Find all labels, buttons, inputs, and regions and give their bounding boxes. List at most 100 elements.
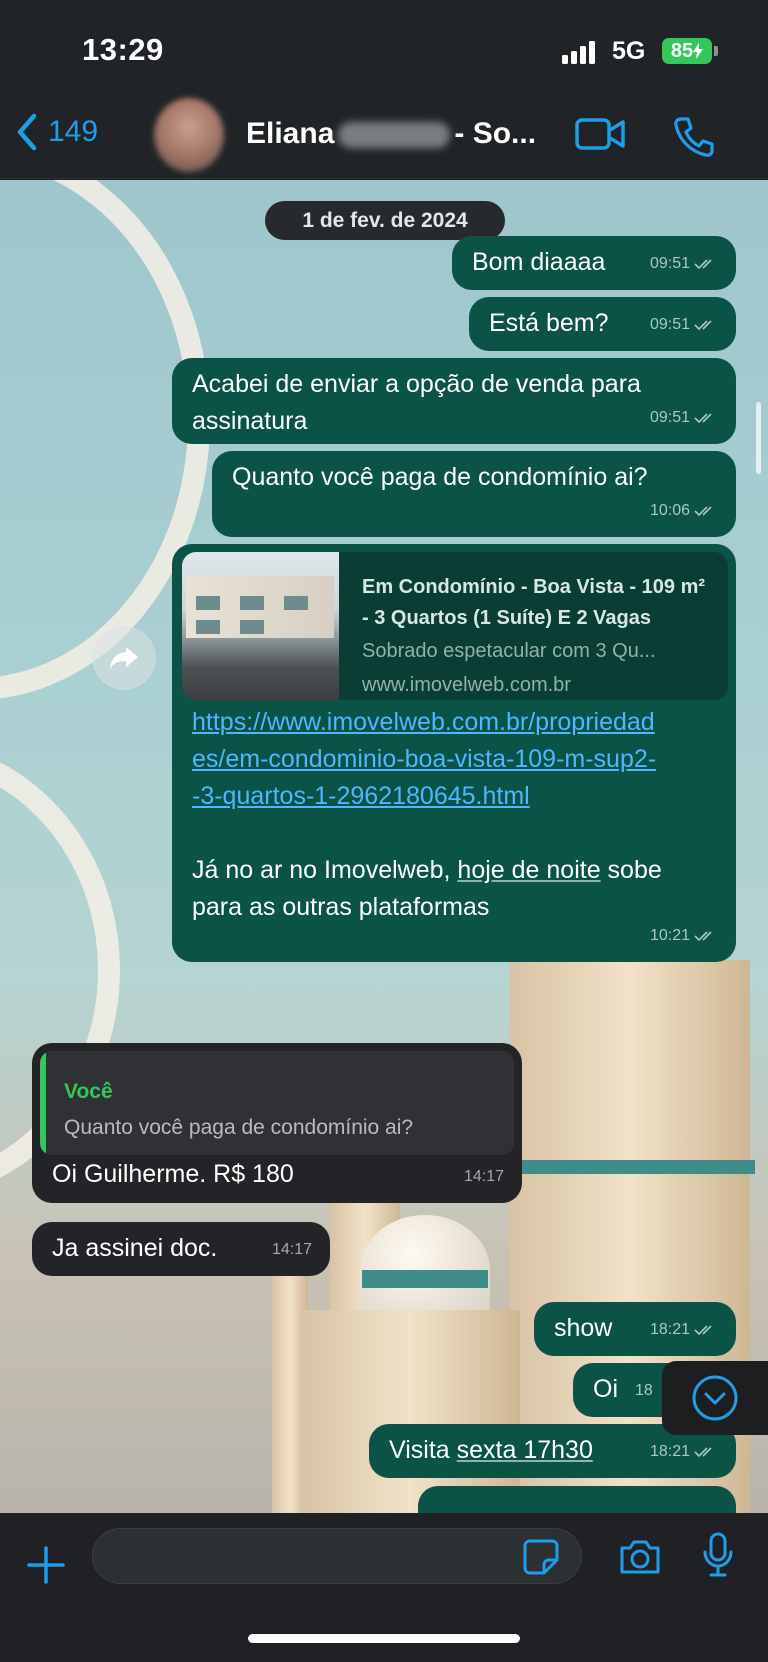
message-time: 18 (635, 1382, 653, 1399)
line-spacer (192, 815, 662, 852)
link-message-bubble[interactable]: Em Condomínio - Boa Vista - 109 m² - 3 Q… (172, 544, 736, 962)
message-text: Ja assinei doc. (52, 1234, 218, 1262)
message-time: 14:17 (271, 1241, 312, 1258)
house-window (240, 620, 264, 634)
message-meta: 09:51 (650, 306, 718, 343)
contact-name[interactable]: Eliana - So... (246, 117, 536, 151)
phone-icon (674, 117, 714, 157)
forward-arrow-icon (110, 647, 138, 669)
date-detected-link[interactable]: sexta 17h30 (457, 1436, 593, 1464)
reply-message-bubble[interactable]: Você Quanto você paga de condomínio ai? … (32, 1043, 522, 1203)
double-check-icon (694, 412, 712, 423)
chat-header: 149 Eliana - So... (0, 95, 768, 179)
message-link[interactable]: https://www.imovelweb.com.br/propriedade… (192, 704, 662, 815)
contact-name-last: - So... (454, 117, 537, 150)
message-text: Visita sexta 17h30 (389, 1436, 593, 1464)
message-time: 09:51 (649, 409, 690, 426)
link-preview-card[interactable]: Em Condomínio - Boa Vista - 109 m² - 3 Q… (182, 552, 728, 700)
message-bubble[interactable]: Ja assinei doc. 14:17 (32, 1222, 330, 1276)
quote-text: Quanto você paga de condomínio ai? (64, 1116, 414, 1139)
double-check-icon (694, 1446, 712, 1457)
message-text: Oi (593, 1375, 618, 1403)
attach-button[interactable] (26, 1545, 66, 1590)
message-time: 09:51 (649, 316, 690, 333)
status-time: 13:29 (82, 32, 164, 67)
message-bubble[interactable]: show 18:21 (534, 1302, 736, 1356)
date-detected-link[interactable]: hoje de noite (457, 856, 600, 884)
link-preview-title: Em Condomínio - Boa Vista - 109 m² - 3 Q… (362, 576, 706, 629)
chevron-left-icon (17, 113, 37, 151)
message-meta: 14:17 (272, 1231, 312, 1268)
voice-message-button[interactable] (702, 1532, 734, 1583)
double-check-icon (694, 319, 712, 330)
message-time: 10:21 (649, 927, 690, 944)
message-text: Já no ar no Imovelweb, hoje de noite sob… (192, 852, 662, 926)
link-preview-image (182, 552, 339, 700)
message-text-part: Já no ar no Imovelweb, (192, 856, 458, 884)
chevron-down-circle-icon (692, 1375, 738, 1421)
message-meta: 18:21 (650, 1311, 718, 1348)
redacted-name (338, 122, 451, 149)
double-check-icon (694, 1324, 712, 1335)
message-text: Bom diaaaa (472, 248, 606, 276)
unread-count: 149 (48, 115, 99, 148)
date-separator: 1 de fev. de 2024 (265, 201, 505, 240)
message-time: 18:21 (649, 1321, 690, 1338)
house-window (196, 620, 220, 634)
message-text: Oi Guilherme. R$ 180 (52, 1160, 294, 1188)
message-bubble[interactable]: Bom diaaaa 09:51 (452, 236, 736, 290)
camera-button[interactable] (618, 1538, 662, 1581)
message-composer (0, 1513, 768, 1662)
quote-accent-bar (40, 1051, 46, 1155)
house-window (240, 596, 264, 610)
sticker-button[interactable] (522, 1538, 560, 1581)
battery-icon: 85 (662, 38, 712, 64)
message-time: 10:06 (649, 502, 690, 519)
status-bar: 13:29 5G 85 (0, 0, 768, 95)
message-body: https://www.imovelweb.com.br/propriedade… (192, 704, 662, 926)
message-time: 09:51 (649, 255, 690, 272)
microphone-icon (703, 1532, 733, 1577)
wallpaper-building (300, 1310, 520, 1513)
home-indicator[interactable] (248, 1634, 520, 1643)
double-check-icon (694, 505, 712, 516)
double-check-icon (694, 258, 712, 269)
message-meta: 09:51 (650, 245, 718, 282)
message-time: 14:17 (463, 1168, 504, 1185)
house-window (196, 596, 220, 610)
network-type: 5G (612, 37, 646, 65)
forward-button[interactable] (92, 626, 156, 690)
video-call-button[interactable] (574, 115, 626, 158)
message-text: show (554, 1314, 613, 1342)
message-bubble[interactable]: Quanto você paga de condomínio ai? 10:06 (212, 451, 736, 537)
video-camera-icon (575, 118, 625, 150)
back-button[interactable]: 149 (16, 113, 98, 151)
message-bubble[interactable]: Está bem? 09:51 (469, 297, 736, 351)
message-meta: 18 (635, 1372, 653, 1409)
scrollbar[interactable] (756, 402, 761, 474)
message-input[interactable] (92, 1528, 582, 1584)
signal-icon (562, 40, 598, 64)
message-text: Quanto você paga de condomínio ai? (232, 463, 648, 491)
message-bubble[interactable]: Acabei de enviar a opção de venda para a… (172, 358, 736, 444)
scroll-to-bottom-button[interactable] (662, 1361, 768, 1435)
sticker-icon (523, 1539, 559, 1575)
wallpaper-band (362, 1270, 488, 1288)
quoted-message[interactable]: Você Quanto você paga de condomínio ai? (40, 1051, 514, 1155)
voice-call-button[interactable] (672, 115, 716, 164)
plus-icon (27, 1546, 65, 1584)
house-window (284, 596, 308, 610)
avatar[interactable] (154, 98, 224, 172)
message-text: Acabei de enviar a opção de venda para a… (192, 370, 641, 435)
message-meta: 14:17 (464, 1158, 504, 1195)
message-text-part: Visita (389, 1436, 457, 1464)
message-meta: 09:51 (650, 399, 718, 436)
message-bubble-partial[interactable] (418, 1486, 736, 1513)
battery-level: 85 (670, 39, 694, 62)
quote-author: Você (64, 1080, 113, 1103)
link-preview-domain: www.imovelweb.com.br (362, 674, 571, 696)
chat-area[interactable]: 1 de fev. de 2024 Bom diaaaa 09:51 Está … (0, 180, 768, 1513)
battery-tip (714, 46, 718, 56)
message-meta: 10:21 (650, 917, 718, 954)
double-check-icon (694, 930, 712, 941)
